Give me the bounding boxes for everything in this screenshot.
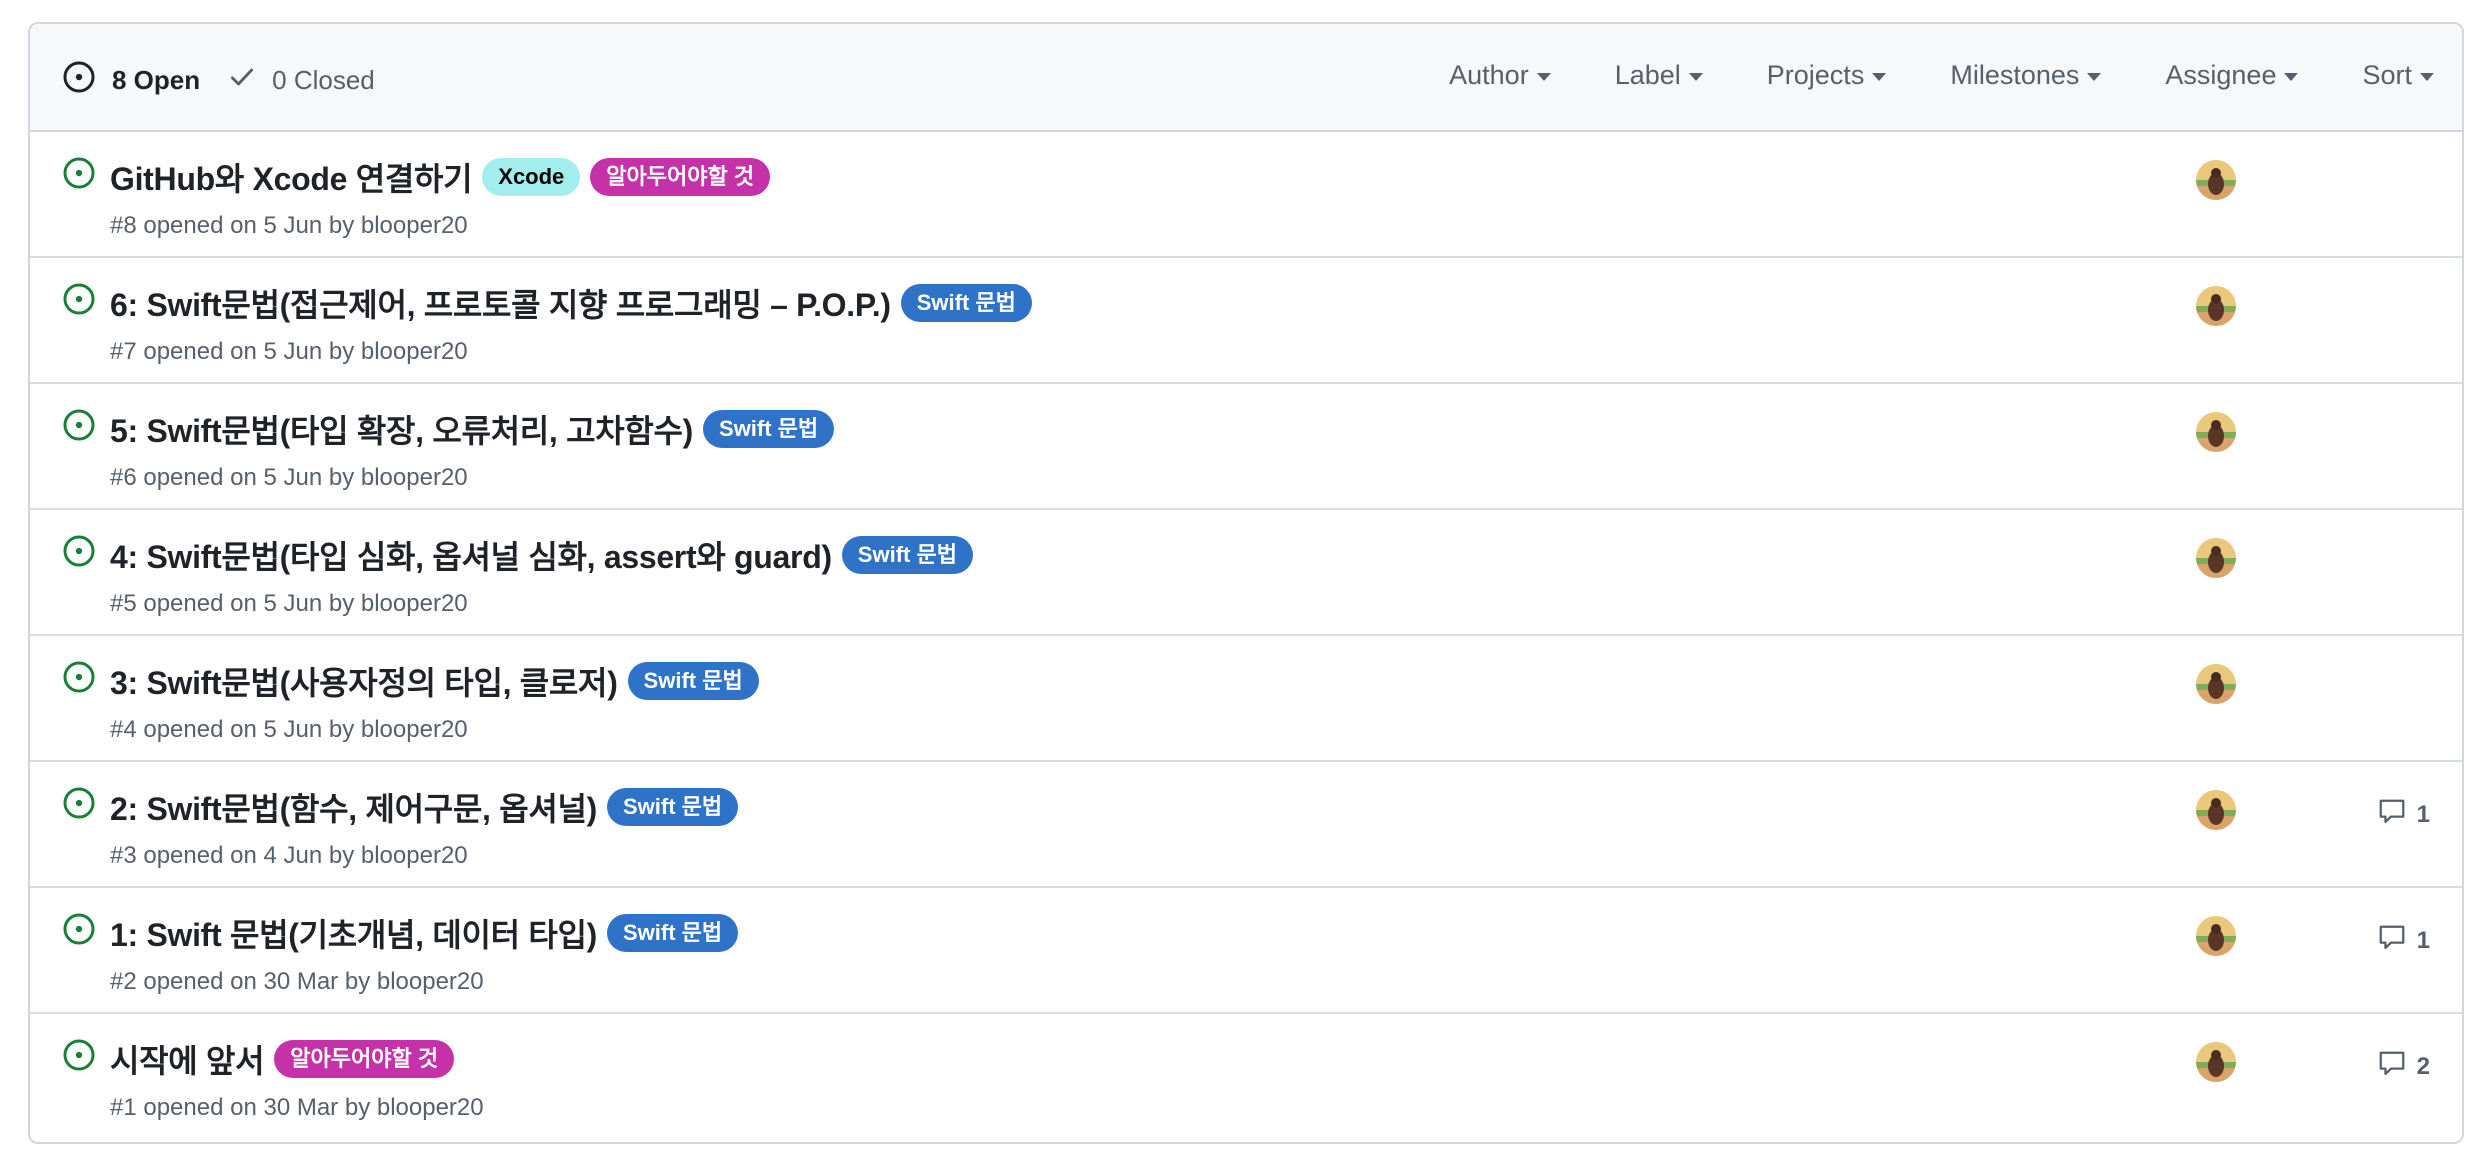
closed-issues-label: 0 Closed [272,65,375,95]
issue-opened-icon [62,1038,96,1077]
issue-label[interactable]: 알아두어야할 것 [590,158,771,196]
author-filter[interactable]: Author [1449,60,1551,91]
assignee-avatar[interactable] [2196,916,2236,956]
issue-title-line: 2: Swift문법(함수, 제어구문, 옵셔널) Swift 문법 [110,784,739,830]
comment-count: 1 [2416,800,2430,828]
issue-title-line: GitHub와 Xcode 연결하기 Xcode 알아두어야할 것 [110,154,771,200]
issue-opened-icon [62,786,96,825]
issue-meta: #4 opened on 5 Jun by blooper20 [110,716,468,743]
issue-meta: #1 opened on 30 Mar by blooper20 [110,1094,484,1121]
issue-title-line: 시작에 앞서 알아두어야할 것 [110,1036,455,1082]
comment-count: 1 [2416,926,2430,954]
assignee-avatar[interactable] [2196,286,2236,326]
issue-label[interactable]: Swift 문법 [607,788,739,826]
issue-opened-icon [62,408,96,447]
issue-title-link[interactable]: 4: Swift문법(타입 심화, 옵셔널 심화, assert와 guard) [110,532,832,578]
comment-icon [2377,796,2417,833]
issue-title-line: 5: Swift문법(타입 확장, 오류처리, 고차함수) Swift 문법 [110,406,835,452]
caret-down-icon [2087,73,2102,81]
comments-link[interactable]: 1 [2377,922,2430,959]
issue-label[interactable]: Xcode [482,158,581,196]
issue-meta: #6 opened on 5 Jun by blooper20 [110,464,468,491]
assignee-avatar[interactable] [2196,664,2236,704]
open-issues-label: 8 Open [112,65,201,95]
issues-list-header: 8 Open 0 Closed Author Label Projects Mi… [30,24,2462,132]
issue-title-link[interactable]: 2: Swift문법(함수, 제어구문, 옵셔널) [110,784,597,830]
issue-meta: #2 opened on 30 Mar by blooper20 [110,968,484,995]
assignee-filter-label: Assignee [2165,60,2277,90]
check-icon [228,63,272,98]
comment-icon [2377,1048,2417,1085]
issue-title-link[interactable]: 3: Swift문법(사용자정의 타입, 클로저) [110,658,618,704]
issue-meta: #3 opened on 4 Jun by blooper20 [110,842,468,869]
projects-filter-label: Projects [1766,60,1865,90]
issue-row: 4: Swift문법(타입 심화, 옵셔널 심화, assert와 guard)… [30,510,2462,636]
issue-row: 2: Swift문법(함수, 제어구문, 옵셔널) Swift 문법 #3 op… [30,762,2462,888]
milestones-filter-label: Milestones [1950,60,2080,90]
assignee-avatar[interactable] [2196,790,2236,830]
issue-title-link[interactable]: 시작에 앞서 [110,1036,265,1082]
label-filter-label: Label [1614,60,1681,90]
issue-opened-icon [62,60,112,101]
issue-title-line: 6: Swift문법(접근제어, 프로토콜 지향 프로그래밍 – P.O.P.)… [110,280,1032,326]
issue-title-line: 4: Swift문법(타입 심화, 옵셔널 심화, assert와 guard)… [110,532,973,578]
comments-link[interactable]: 2 [2377,1048,2430,1085]
assignee-avatar[interactable] [2196,160,2236,200]
open-issues-tab[interactable]: 8 Open [62,60,200,101]
issue-title-line: 3: Swift문법(사용자정의 타입, 클로저) Swift 문법 [110,658,759,704]
author-filter-label: Author [1449,60,1529,90]
issue-label[interactable]: Swift 문법 [841,536,973,574]
issue-title-link[interactable]: 1: Swift 문법(기초개념, 데이터 타입) [110,910,597,956]
caret-down-icon [2284,73,2299,81]
caret-down-icon [1688,73,1703,81]
issue-row: 1: Swift 문법(기초개념, 데이터 타입) Swift 문법 #2 op… [30,888,2462,1014]
issue-opened-icon [62,912,96,951]
assignee-avatar[interactable] [2196,538,2236,578]
issue-state-toggle: 8 Open 0 Closed [62,60,375,101]
sort-filter-label: Sort [2362,60,2412,90]
comment-count: 2 [2416,1052,2430,1080]
issue-row: 6: Swift문법(접근제어, 프로토콜 지향 프로그래밍 – P.O.P.)… [30,258,2462,384]
issue-label[interactable]: Swift 문법 [627,662,759,700]
issue-rows: GitHub와 Xcode 연결하기 Xcode 알아두어야할 것 #8 open… [30,132,2462,1140]
issue-label[interactable]: Swift 문법 [607,914,739,952]
milestones-filter[interactable]: Milestones [1950,60,2102,91]
issue-opened-icon [62,282,96,321]
issue-title-link[interactable]: GitHub와 Xcode 연결하기 [110,154,473,200]
issue-opened-icon [62,156,96,195]
issue-title-link[interactable]: 6: Swift문법(접근제어, 프로토콜 지향 프로그래밍 – P.O.P.) [110,280,891,326]
issue-label[interactable]: 알아두어야할 것 [274,1040,455,1078]
comments-link[interactable]: 1 [2377,796,2430,833]
sort-filter[interactable]: Sort [2362,60,2434,91]
filter-bar: Author Label Projects Milestones Assigne… [1385,60,2434,91]
caret-down-icon [2420,73,2434,81]
issues-list: 8 Open 0 Closed Author Label Projects Mi… [28,22,2464,1144]
label-filter[interactable]: Label [1615,60,1703,91]
issue-row: GitHub와 Xcode 연결하기 Xcode 알아두어야할 것 #8 open… [30,132,2462,258]
assignee-filter[interactable]: Assignee [2165,60,2299,91]
assignee-avatar[interactable] [2196,1042,2236,1082]
issue-opened-icon [62,660,96,699]
projects-filter[interactable]: Projects [1767,60,1887,91]
closed-issues-tab[interactable]: 0 Closed [228,63,375,98]
issue-meta: #7 opened on 5 Jun by blooper20 [110,338,468,365]
issue-row: 시작에 앞서 알아두어야할 것 #1 opened on 30 Mar by b… [30,1014,2462,1140]
assignee-avatar[interactable] [2196,412,2236,452]
issue-title-link[interactable]: 5: Swift문법(타입 확장, 오류처리, 고차함수) [110,406,693,452]
issue-opened-icon [62,534,96,573]
issue-row: 5: Swift문법(타입 확장, 오류처리, 고차함수) Swift 문법 #… [30,384,2462,510]
caret-down-icon [1536,73,1551,81]
issue-meta: #8 opened on 5 Jun by blooper20 [110,212,468,239]
issue-row: 3: Swift문법(사용자정의 타입, 클로저) Swift 문법 #4 op… [30,636,2462,762]
comment-icon [2377,922,2417,959]
issue-label[interactable]: Swift 문법 [703,410,835,448]
issue-title-line: 1: Swift 문법(기초개념, 데이터 타입) Swift 문법 [110,910,739,956]
issue-meta: #5 opened on 5 Jun by blooper20 [110,590,468,617]
issue-label[interactable]: Swift 문법 [900,284,1032,322]
caret-down-icon [1872,73,1887,81]
